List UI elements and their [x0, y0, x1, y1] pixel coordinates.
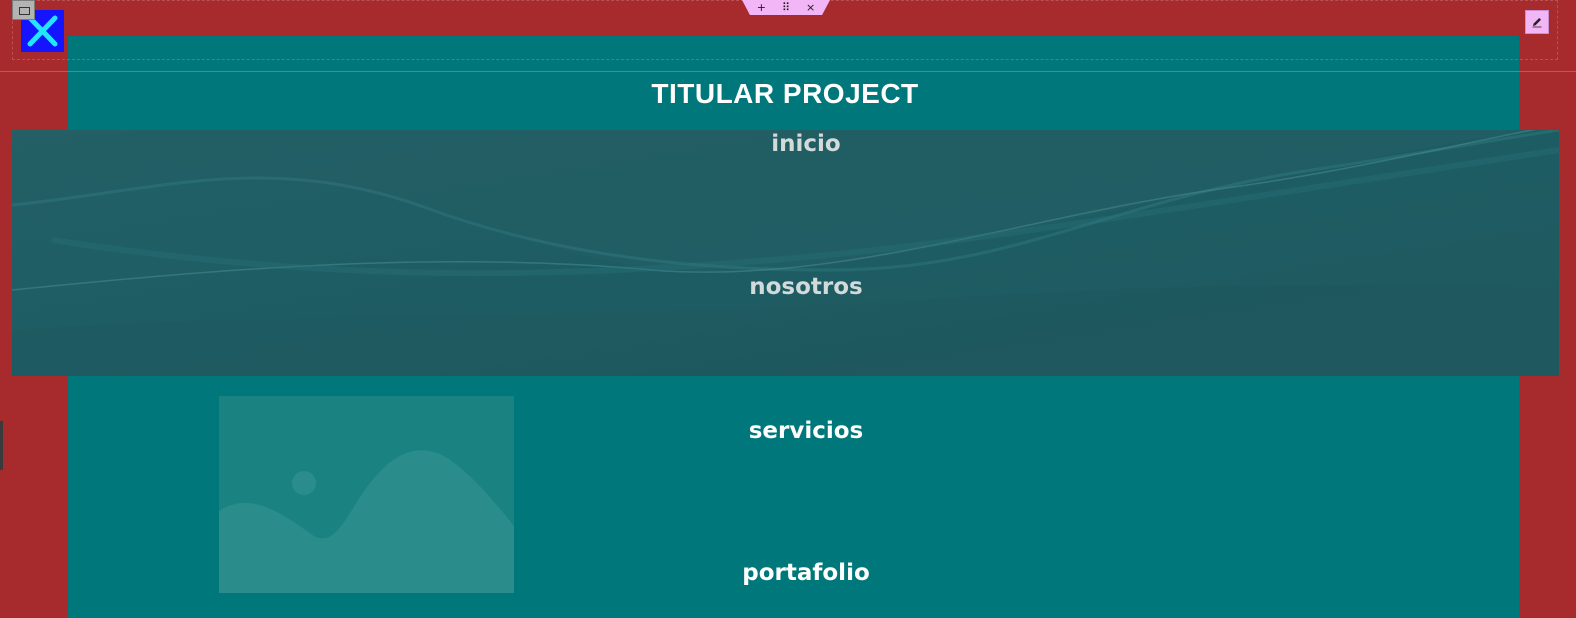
- widget-handle-icon[interactable]: [12, 0, 35, 20]
- add-section-icon[interactable]: +: [757, 0, 766, 15]
- drag-handle-icon[interactable]: ⠿: [782, 0, 790, 15]
- site-title: TITULAR PROJECT: [651, 78, 919, 109]
- remove-section-icon[interactable]: ×: [806, 0, 815, 15]
- nav-item-portafolio[interactable]: portafolio: [0, 560, 1576, 586]
- nav-item-nosotros[interactable]: nosotros: [0, 274, 1576, 300]
- nav-item-inicio[interactable]: inicio: [0, 131, 1576, 157]
- pencil-icon: [1532, 18, 1542, 28]
- nav-item-servicios[interactable]: servicios: [0, 418, 1576, 444]
- hero-banner: [12, 130, 1559, 376]
- wave-background-image: [12, 130, 1559, 376]
- section-toolbar: + ⠿ ×: [742, 0, 830, 15]
- edit-button[interactable]: [1525, 10, 1549, 34]
- header-divider: [0, 71, 1576, 72]
